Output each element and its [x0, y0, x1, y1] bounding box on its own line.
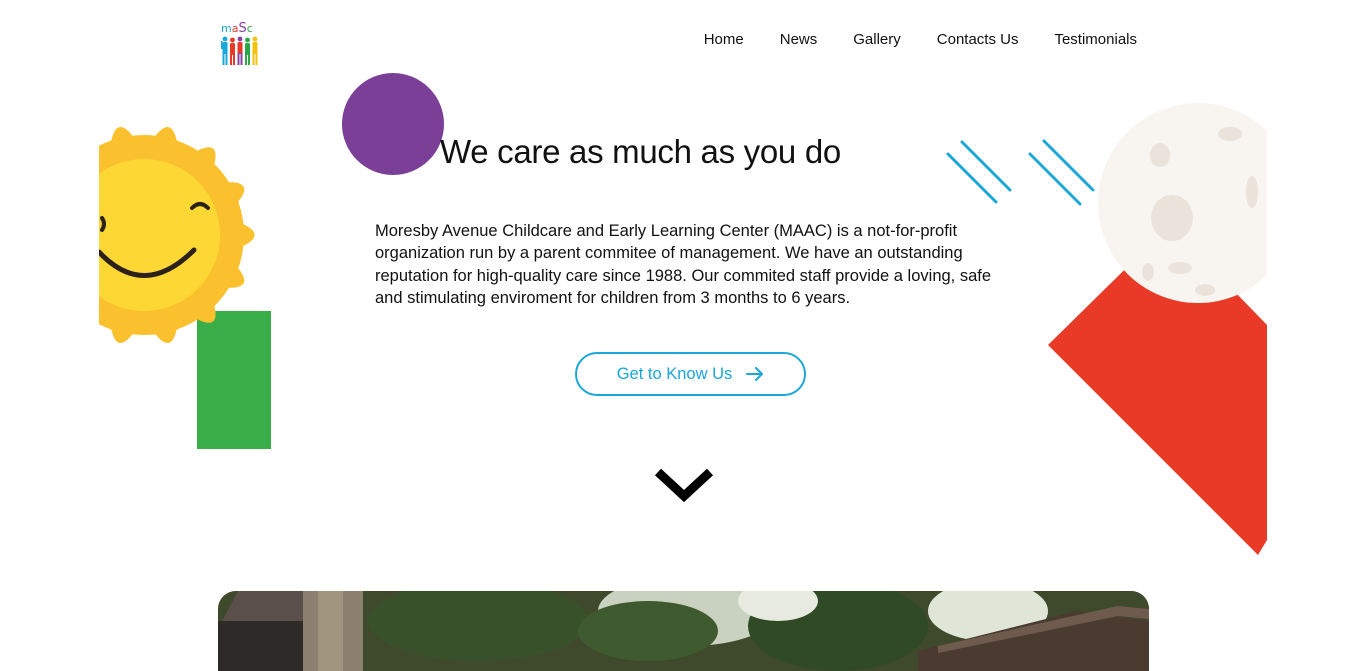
purple-circle-decoration — [342, 73, 444, 175]
photo-image — [218, 591, 1149, 671]
hero-title: We care as much as you do — [440, 133, 841, 170]
get-to-know-us-button[interactable]: Get to Know Us — [575, 352, 806, 396]
hero-photo — [218, 591, 1149, 671]
right-decoration — [946, 103, 1267, 555]
arrow-right-icon — [746, 367, 764, 381]
logo-wordmark: m a S c — [221, 22, 259, 36]
nav-news[interactable]: News — [780, 30, 818, 50]
blue-lines — [946, 139, 1095, 206]
nav-gallery[interactable]: Gallery — [853, 30, 901, 50]
nav-contacts[interactable]: Contacts Us — [937, 30, 1019, 50]
logo-letter: S — [238, 21, 247, 36]
chevron-down-icon[interactable] — [654, 466, 714, 504]
cta-label: Get to Know Us — [616, 364, 733, 383]
green-block — [197, 311, 271, 449]
sun-illustration — [99, 126, 271, 449]
logo-kids-icon — [221, 36, 258, 65]
logo-letter: m — [221, 22, 232, 35]
logo[interactable]: m a S c — [219, 22, 259, 68]
nav-home[interactable]: Home — [704, 30, 744, 50]
main-nav: Home News Gallery Contacts Us Testimonia… — [704, 30, 1137, 50]
logo-letter: a — [231, 22, 239, 35]
hero-description: Moresby Avenue Childcare and Early Learn… — [375, 222, 992, 308]
logo-letter: c — [246, 22, 253, 35]
nav-testimonials[interactable]: Testimonials — [1054, 30, 1137, 50]
